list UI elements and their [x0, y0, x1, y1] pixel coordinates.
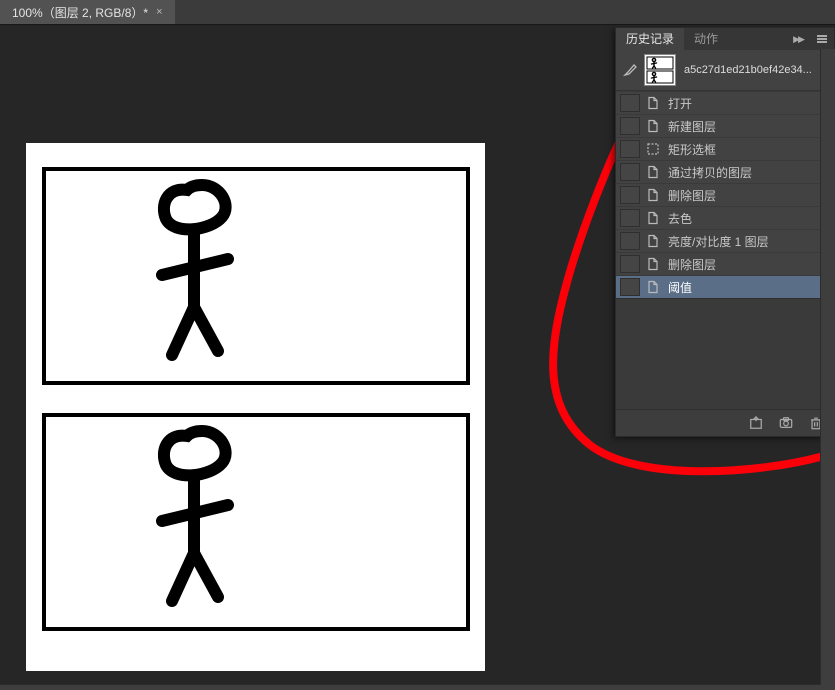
canvas[interactable]: [26, 143, 485, 671]
history-step-icon: [644, 209, 662, 227]
history-item[interactable]: 亮度/对比度 1 图层: [616, 229, 834, 252]
snapshot-thumbnail: [644, 54, 676, 86]
history-visibility-toggle[interactable]: [620, 255, 640, 273]
history-item[interactable]: 新建图层: [616, 114, 834, 137]
history-step-icon: [644, 94, 662, 112]
history-step-icon: [644, 117, 662, 135]
snapshot-name: a5c27d1ed21b0ef42e34...: [684, 64, 828, 76]
history-step-icon: [644, 255, 662, 273]
history-step-label: 通过拷贝的图层: [668, 164, 752, 181]
artboard: [26, 143, 485, 671]
document-tab-title: 100%（图层 2, RGB/8）*: [12, 4, 148, 21]
history-step-label: 删除图层: [668, 187, 716, 204]
stick-figure-icon: [132, 175, 272, 375]
new-snapshot-from-state-icon[interactable]: [748, 415, 764, 431]
history-panel-footer: [616, 409, 834, 436]
history-step-icon: [644, 232, 662, 250]
history-snapshot-row[interactable]: a5c27d1ed21b0ef42e34...: [616, 50, 834, 91]
history-item[interactable]: 去色: [616, 206, 834, 229]
history-visibility-toggle[interactable]: [620, 117, 640, 135]
history-visibility-toggle[interactable]: [620, 278, 640, 296]
history-panel: 历史记录 动作 ▶▶ a5c27d1ed21b0ef42e34.: [615, 27, 835, 437]
history-step-label: 删除图层: [668, 256, 716, 273]
history-visibility-toggle[interactable]: [620, 163, 640, 181]
close-icon[interactable]: ×: [156, 6, 162, 18]
tab-history[interactable]: 历史记录: [616, 28, 684, 50]
history-empty-area: [616, 298, 834, 409]
artwork-frame-bottom: [42, 413, 470, 631]
history-visibility-toggle[interactable]: [620, 209, 640, 227]
window-horizontal-scrollbar[interactable]: [0, 684, 821, 690]
history-item[interactable]: 删除图层: [616, 252, 834, 275]
artwork-frame-top: [42, 167, 470, 385]
history-list[interactable]: 打开新建图层矩形选框通过拷贝的图层删除图层去色亮度/对比度 1 图层删除图层阈值: [616, 91, 834, 298]
document-tab[interactable]: 100%（图层 2, RGB/8）* ×: [0, 0, 175, 24]
window-vertical-scrollbar[interactable]: [820, 49, 835, 690]
history-step-icon: [644, 278, 662, 296]
history-item[interactable]: 通过拷贝的图层: [616, 160, 834, 183]
history-step-icon: [644, 163, 662, 181]
history-item[interactable]: 阈值: [616, 275, 834, 298]
document-tab-bar: 100%（图层 2, RGB/8）* ×: [0, 0, 835, 25]
history-item[interactable]: 打开: [616, 91, 834, 114]
history-visibility-toggle[interactable]: [620, 186, 640, 204]
history-step-label: 阈值: [668, 279, 692, 296]
history-item[interactable]: 矩形选框: [616, 137, 834, 160]
history-step-label: 矩形选框: [668, 141, 716, 158]
history-brush-icon: [622, 62, 638, 78]
history-step-label: 去色: [668, 210, 692, 227]
history-visibility-toggle[interactable]: [620, 140, 640, 158]
history-step-label: 新建图层: [668, 118, 716, 135]
history-visibility-toggle[interactable]: [620, 94, 640, 112]
stick-figure-icon: [132, 421, 272, 621]
history-step-label: 打开: [668, 95, 692, 112]
history-item[interactable]: 删除图层: [616, 183, 834, 206]
history-step-icon: [644, 186, 662, 204]
panel-collapse-button[interactable]: ▶▶: [786, 34, 810, 45]
history-visibility-toggle[interactable]: [620, 232, 640, 250]
history-step-icon: [644, 140, 662, 158]
workspace: 历史记录 动作 ▶▶ a5c27d1ed21b0ef42e34.: [0, 25, 835, 690]
panel-tab-bar: 历史记录 动作 ▶▶: [616, 28, 834, 50]
history-step-label: 亮度/对比度 1 图层: [668, 233, 769, 250]
panel-menu-button[interactable]: [810, 35, 834, 43]
tab-actions[interactable]: 动作: [684, 28, 728, 50]
new-snapshot-icon[interactable]: [778, 415, 794, 431]
